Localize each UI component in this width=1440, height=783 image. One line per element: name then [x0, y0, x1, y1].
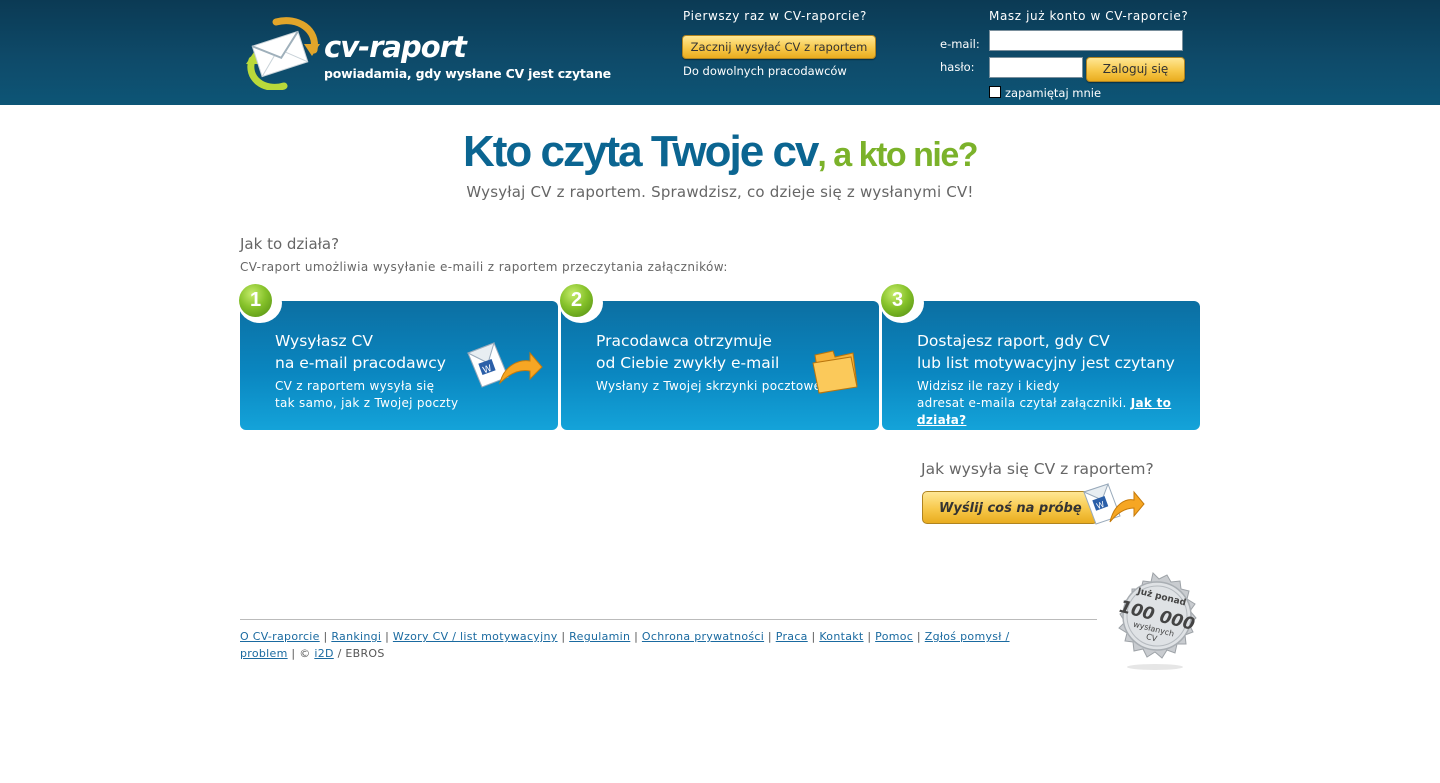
step-title-2-line2: od Ciebie zwykły e-mail	[596, 354, 780, 372]
footer-divider	[240, 619, 1097, 620]
email-label: e-mail:	[940, 37, 980, 51]
header-bar: cv-raport powiadamia, gdy wysłane CV jes…	[0, 0, 1440, 105]
step-title-3-line2: lub list motywacyjny jest czytany	[917, 354, 1175, 372]
logo-tagline: powiadamia, gdy wysłane CV jest czytane	[324, 66, 611, 81]
hero-title-accent: , a kto nie?	[817, 136, 978, 174]
step-desc-3-line2: adresat e-maila czytał załączniki. Jak t…	[917, 395, 1200, 429]
step-title-1-line2: na e-mail pracodawcy	[275, 354, 446, 372]
step-desc-3: Widzisz ile razy i kiedy adresat e-maila…	[917, 378, 1200, 429]
sent-cv-seal: Już ponad 100 000 wysłanych CV	[1117, 572, 1197, 670]
footer-link-help[interactable]: Pomoc	[875, 630, 913, 643]
step-card-2: 2 Pracodawca otrzymuje od Ciebie zwykły …	[559, 283, 879, 430]
hero-subtitle: Wysyłaj CV z raportem. Sprawdzisz, co dz…	[466, 183, 974, 201]
trial-question: Jak wysyła się CV z raportem?	[921, 460, 1154, 478]
login-button[interactable]: Zaloguj się	[1086, 57, 1185, 82]
folder-icon	[812, 350, 858, 394]
footer-link-about[interactable]: O CV-raporcie	[240, 630, 320, 643]
how-it-works-title: Jak to działa?	[240, 235, 340, 253]
step-card-1: 1 Wysyłasz CV na e-mail pracodawcy CV z …	[238, 283, 558, 430]
logo-name: cv-raport	[324, 30, 467, 64]
send-document-icon: W	[1082, 483, 1145, 525]
step-badge-3: 3	[880, 283, 924, 323]
logo[interactable]: cv-raport powiadamia, gdy wysłane CV jes…	[240, 16, 611, 92]
have-account-label: Masz już konto w CV-raporcie?	[989, 9, 1189, 23]
footer-link-rankings[interactable]: Rankingi	[331, 630, 381, 643]
step-number-3: 3	[881, 284, 914, 317]
send-document-icon: W	[466, 342, 543, 388]
step-desc-2-line1: Wysłany z Twojej skrzynki pocztowej	[596, 379, 825, 393]
step-title-2: Pracodawca otrzymuje od Ciebie zwykły e-…	[596, 330, 779, 374]
how-it-works-subtitle: CV-raport umożliwia wysyłanie e-maili z …	[240, 260, 728, 274]
remember-me-label: zapamiętaj mnie	[1005, 86, 1102, 100]
footer-link-terms[interactable]: Regulamin	[569, 630, 630, 643]
step-number-1: 1	[239, 284, 272, 317]
footer-link-jobs[interactable]: Praca	[776, 630, 808, 643]
footer-link-cv-templates[interactable]: Wzory CV / list motywacyjny	[393, 630, 558, 643]
footer-link-contact[interactable]: Kontakt	[819, 630, 863, 643]
first-time-label: Pierwszy raz w CV-raporcie?	[683, 9, 867, 23]
step-badge-2: 2	[559, 283, 603, 323]
step-badge-1: 1	[238, 283, 282, 323]
send-trial-button[interactable]: Wyślij coś na próbę	[922, 491, 1098, 524]
step-desc-3-line2-text: adresat e-maila czytał załączniki.	[917, 396, 1127, 410]
hero: Kto czyta Twoje cv, a kto nie?	[0, 124, 1440, 183]
step-number-2: 2	[560, 284, 593, 317]
password-input[interactable]	[989, 57, 1083, 78]
step-desc-1-line2: tak samo, jak z Twojej poczty	[275, 396, 459, 410]
copyright-sign: ©	[299, 647, 311, 660]
hero-title: Kto czyta Twoje cv, a kto nie?	[0, 124, 1440, 183]
step-desc-3-line1: Widzisz ile razy i kiedy	[917, 379, 1060, 393]
footer: O CV-raporcie | Rankingi | Wzory CV / li…	[240, 630, 1010, 660]
footer-company-ebros: EBROS	[345, 647, 385, 660]
envelope-logo-icon	[246, 17, 320, 90]
footer-link-i2d[interactable]: i2D	[314, 647, 333, 660]
step-title-1: Wysyłasz CV na e-mail pracodawcy	[275, 330, 446, 374]
any-employer-label: Do dowolnych pracodawców	[683, 64, 847, 78]
remember-me-checkbox[interactable]	[989, 86, 1001, 98]
step-title-3-line1: Dostajesz raport, gdy CV	[917, 332, 1110, 350]
step-title-3: Dostajesz raport, gdy CV lub list motywa…	[917, 330, 1175, 374]
step-desc-2: Wysłany z Twojej skrzynki pocztowej	[596, 378, 825, 395]
start-sending-button[interactable]: Zacznij wysyłać CV z raportem	[682, 35, 876, 59]
hero-title-main: Kto czyta Twoje cv	[463, 127, 819, 176]
step-card-3: 3 Dostajesz raport, gdy CV lub list moty…	[880, 283, 1200, 430]
step-desc-1-line1: CV z raportem wysyła się	[275, 379, 435, 393]
step-desc-1: CV z raportem wysyła się tak samo, jak z…	[275, 378, 458, 412]
remember-me[interactable]: zapamiętaj mnie	[989, 86, 1101, 100]
step-title-2-line1: Pracodawca otrzymuje	[596, 332, 772, 350]
step-title-1-line1: Wysyłasz CV	[275, 332, 373, 350]
password-label: hasło:	[940, 60, 975, 74]
email-input[interactable]	[989, 30, 1183, 51]
footer-link-privacy[interactable]: Ochrona prywatności	[642, 630, 764, 643]
